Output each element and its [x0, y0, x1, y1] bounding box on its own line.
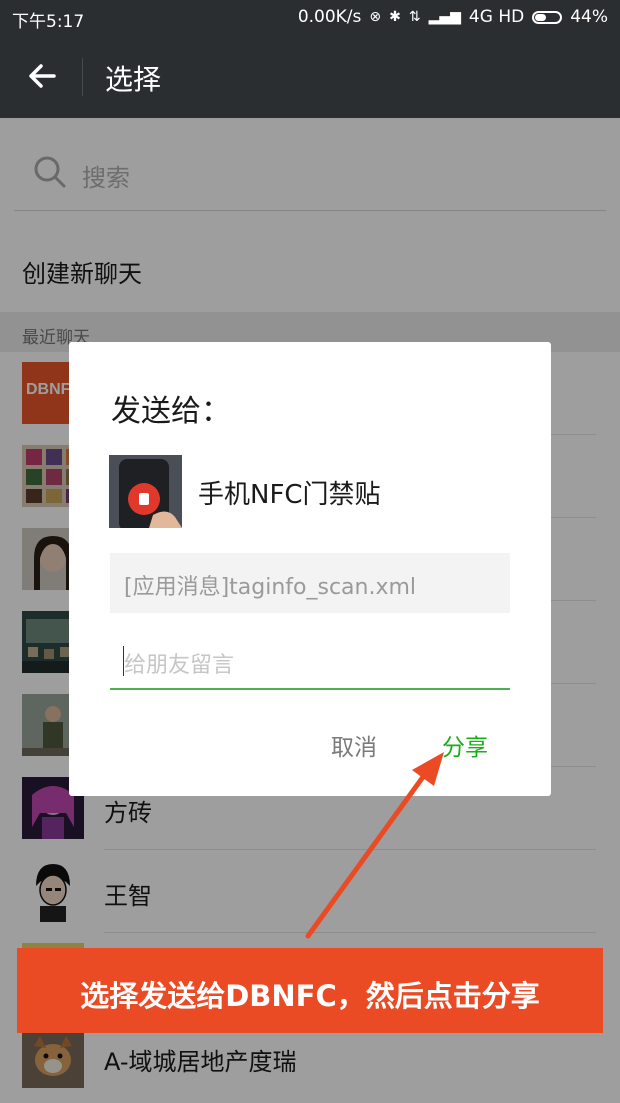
- instruction-banner: 选择发送给DBNFC，然后点击分享: [17, 948, 603, 1033]
- app-bar-divider: [82, 58, 83, 96]
- app-bar: 选择: [0, 36, 620, 118]
- leave-message-input[interactable]: 给朋友留言: [110, 638, 510, 690]
- leave-message-placeholder: 给朋友留言: [124, 653, 235, 678]
- battery-percent: 44%: [570, 7, 608, 27]
- signal-icon: ▂▄▆: [428, 9, 461, 25]
- share-target-name: 手机NFC门禁贴: [198, 480, 381, 510]
- nfc-sticker-thumbnail: [109, 455, 182, 528]
- dialog-title: 发送给：: [111, 394, 231, 429]
- share-button[interactable]: 分享: [442, 728, 488, 762]
- app-message-preview: [应用消息]taginfo_scan.xml: [110, 553, 510, 613]
- share-dialog: 发送给： 手机NFC门禁贴 [应用消息]taginfo_scan.xml 给朋友…: [69, 342, 551, 796]
- instruction-text: 选择发送给DBNFC，然后点击分享: [80, 979, 540, 1013]
- bluetooth-icon: ✱: [389, 9, 401, 25]
- battery-fill: [535, 13, 547, 21]
- link-icon: ⊗: [369, 9, 382, 25]
- page-title: 选择: [105, 63, 162, 96]
- data-arrows-icon: ⇅: [408, 9, 421, 25]
- battery-icon: [532, 10, 563, 24]
- cancel-button[interactable]: 取消: [331, 728, 377, 762]
- app-message-text: [应用消息]taginfo_scan.xml: [124, 575, 417, 600]
- status-bar: 下午5:17 0.00K/s ⊗ ✱ ⇅ ▂▄▆ 4G HD 44%: [0, 0, 620, 36]
- net-speed: 0.00K/s: [297, 7, 362, 27]
- status-icons: 0.00K/s ⊗ ✱ ⇅ ▂▄▆ 4G HD 44%: [298, 7, 608, 27]
- status-time: 下午5:17: [12, 12, 85, 32]
- network-type: 4G HD: [468, 7, 525, 27]
- arrow-left-icon[interactable]: [22, 56, 62, 96]
